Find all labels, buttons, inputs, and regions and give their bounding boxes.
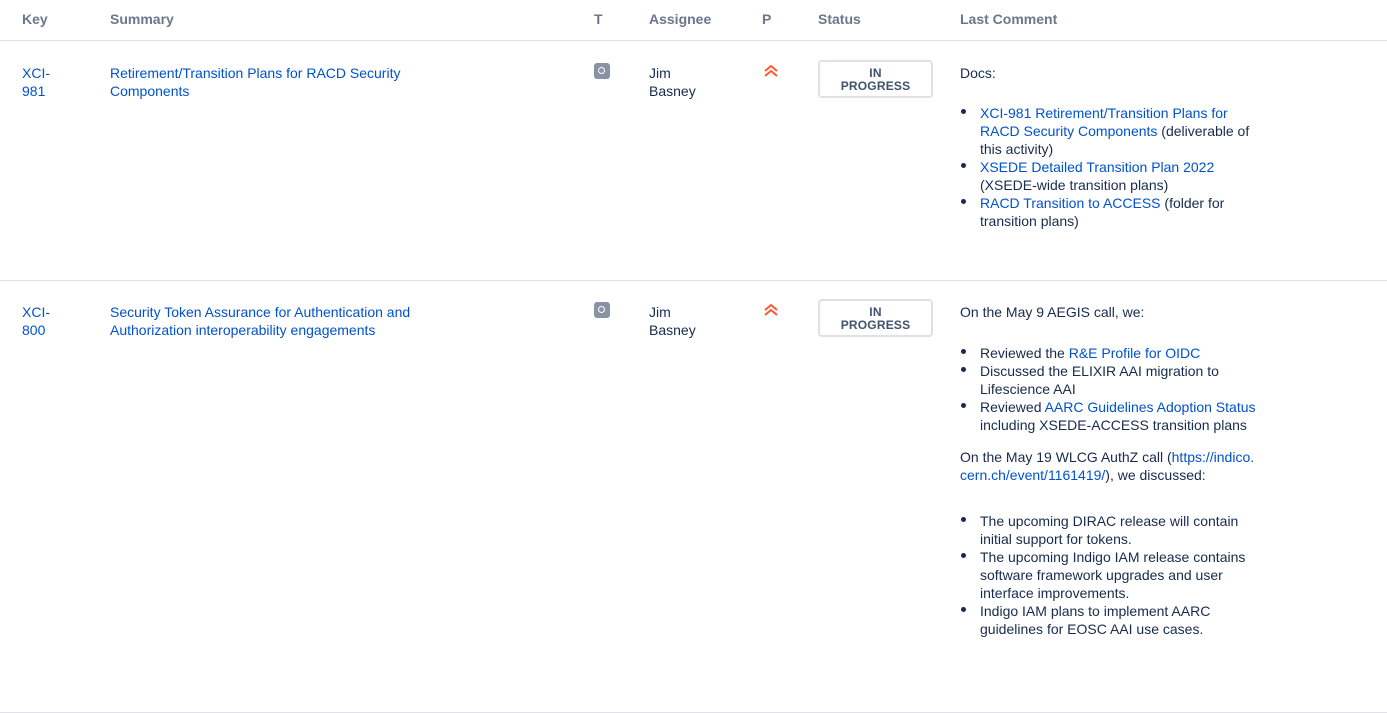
- comment-link[interactable]: R&E Profile for OIDC: [1069, 345, 1200, 361]
- comment-link[interactable]: AARC Guidelines Adoption Status: [1045, 399, 1256, 415]
- assignee: Jim Basney: [649, 303, 696, 339]
- comment-text: The upcoming DIRAC release will contain: [980, 513, 1239, 529]
- issue-key-link[interactable]: XCI- 981: [22, 64, 50, 100]
- comment-text: including XSEDE-ACCESS transition plans: [980, 417, 1247, 433]
- task-icon: [594, 63, 610, 79]
- column-header-priority[interactable]: P: [762, 11, 771, 27]
- comment-paragraph: On the May 19 WLCG AuthZ call (https://i…: [960, 448, 1254, 484]
- comment-intro: Docs:: [960, 65, 996, 81]
- comment-text: Discussed the ELIXIR AAI migration to: [980, 363, 1219, 379]
- list-item: The upcoming DIRAC release will contain …: [960, 512, 1340, 548]
- list-item: XSEDE Detailed Transition Plan 2022 (XSE…: [960, 158, 1340, 194]
- comment-text: Lifescience AAI: [980, 381, 1076, 397]
- comment-bullet-list: Reviewed the R&E Profile for OIDC Discus…: [960, 344, 1340, 434]
- list-item: The upcoming Indigo IAM release contains…: [960, 548, 1340, 602]
- comment-bullet-list: The upcoming DIRAC release will contain …: [960, 512, 1340, 638]
- assignee-first: Jim: [649, 65, 671, 81]
- comment-text: (folder for: [1160, 195, 1225, 211]
- list-item: Reviewed AARC Guidelines Adoption Status…: [960, 398, 1340, 434]
- column-header-type[interactable]: T: [594, 11, 603, 27]
- assignee-first: Jim: [649, 304, 671, 320]
- highest-priority-icon: [764, 303, 778, 316]
- status-line: IN: [869, 305, 882, 319]
- comment-link[interactable]: RACD Transition to ACCESS: [980, 195, 1161, 211]
- list-item: RACD Transition to ACCESS (folder for tr…: [960, 194, 1340, 230]
- status-line: IN: [869, 66, 882, 80]
- summary-line: Authorization interoperability engagemen…: [110, 322, 376, 338]
- column-header-summary[interactable]: Summary: [110, 11, 174, 27]
- assignee-last: Basney: [649, 322, 696, 338]
- summary-line: Retirement/Transition Plans for RACD Sec…: [110, 65, 401, 81]
- comment-text: ), we discussed:: [1105, 467, 1206, 483]
- comment-intro: On the May 9 AEGIS call, we:: [960, 304, 1145, 320]
- highest-priority-icon: [764, 64, 778, 77]
- status-line: PROGRESS: [840, 79, 911, 93]
- status-line: PROGRESS: [840, 318, 911, 332]
- comment-text: Reviewed the: [980, 345, 1069, 361]
- column-header-assignee[interactable]: Assignee: [649, 11, 711, 27]
- list-item: XCI-981 Retirement/Transition Plans for R…: [960, 104, 1340, 158]
- comment-text: interface improvements.: [980, 585, 1130, 601]
- issue-key-number: 800: [22, 322, 46, 338]
- issue-summary-link[interactable]: Security Token Assurance for Authenticat…: [110, 303, 410, 339]
- status-badge[interactable]: IN PROGRESS: [818, 60, 933, 98]
- comment-text: transition plans): [980, 213, 1079, 229]
- issue-key-number: 981: [22, 83, 46, 99]
- comment-text: initial support for tokens.: [980, 531, 1132, 547]
- comment-text: The upcoming Indigo IAM release contains: [980, 549, 1246, 565]
- list-item: Indigo IAM plans to implement AARC guide…: [960, 602, 1340, 638]
- status-badge[interactable]: IN PROGRESS: [818, 299, 933, 337]
- issue-key-link[interactable]: XCI- 800: [22, 303, 50, 339]
- list-item: Discussed the ELIXIR AAI migration to Li…: [960, 362, 1340, 398]
- comment-text: (deliverable of: [1157, 123, 1250, 139]
- issue-key-prefix: XCI-: [22, 304, 50, 320]
- comment-text: (XSEDE-wide transition plans): [980, 177, 1169, 193]
- column-header-status[interactable]: Status: [818, 11, 861, 27]
- comment-link[interactable]: https://indico.: [1172, 449, 1255, 465]
- assignee-last: Basney: [649, 83, 696, 99]
- issue-summary-link[interactable]: Retirement/Transition Plans for RACD Sec…: [110, 64, 400, 100]
- comment-link[interactable]: XSEDE Detailed Transition Plan 2022: [980, 159, 1214, 175]
- comment-text: Indigo IAM plans to implement AARC: [980, 603, 1211, 619]
- issue-key-prefix: XCI-: [22, 65, 50, 81]
- summary-line: Components: [110, 83, 190, 99]
- task-icon: [594, 302, 610, 318]
- column-header-last-comment[interactable]: Last Comment: [960, 11, 1057, 27]
- comment-text: Reviewed: [980, 399, 1045, 415]
- header-divider: [0, 40, 1387, 41]
- column-header-key[interactable]: Key: [22, 11, 48, 27]
- list-item: Reviewed the R&E Profile for OIDC: [960, 344, 1340, 362]
- assignee: Jim Basney: [649, 64, 696, 100]
- comment-text: this activity): [980, 141, 1054, 157]
- row-divider: [0, 280, 1387, 281]
- comment-text: software framework upgrades and user: [980, 567, 1223, 583]
- comment-bullet-list: XCI-981 Retirement/Transition Plans for R…: [960, 104, 1340, 230]
- comment-text: guidelines for EOSC AAI use cases.: [980, 621, 1204, 637]
- summary-line: Security Token Assurance for Authenticat…: [110, 304, 411, 320]
- comment-text: On the May 19 WLCG AuthZ call (: [960, 449, 1172, 465]
- comment-link[interactable]: cern.ch/event/1161419/: [960, 467, 1105, 483]
